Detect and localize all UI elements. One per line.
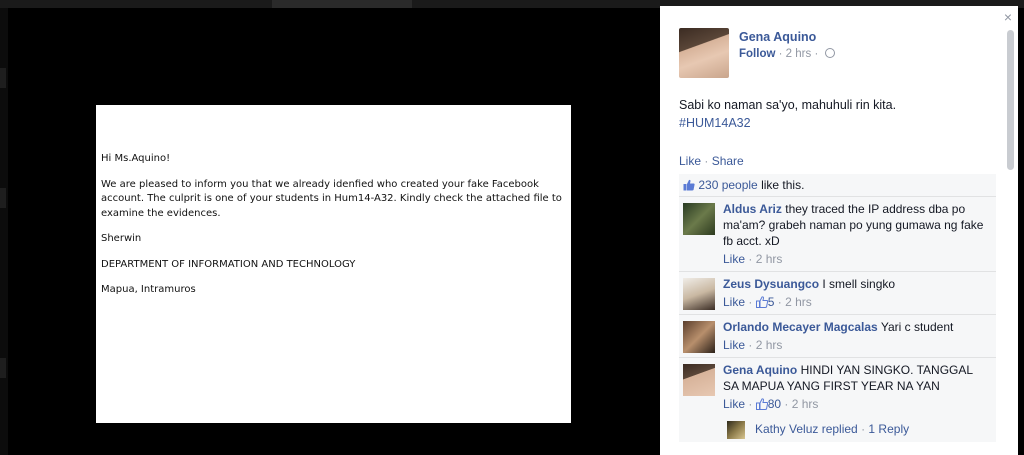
meta-separator: · [748,397,753,411]
close-icon[interactable]: × [1004,9,1012,25]
meta-separator: · [784,397,789,411]
author-name-link[interactable]: Gena Aquino [739,30,816,44]
meta-separator: · [748,252,753,266]
replies-summary[interactable]: Kathy Veluz replied [755,422,858,436]
meta-separator: · [748,338,753,352]
photo-text-greeting: Hi Ms.Aquino! [101,153,171,164]
comment-time[interactable]: 2 hrs [792,397,819,411]
background-left-edge [0,8,8,455]
photo-text-signature: Sherwin [101,233,142,244]
comment-text: I smell singko [819,277,896,291]
globe-icon[interactable] [824,48,835,58]
comment-time[interactable]: 2 hrs [785,295,812,309]
comment-like-link[interactable]: Like [723,397,745,411]
comment-like-link[interactable]: Like [723,295,745,309]
comment-time[interactable]: 2 hrs [756,338,783,352]
post-text: Sabi ko naman sa'yo, mahuhuli rin kita. … [679,96,999,132]
replier-avatar [727,421,745,439]
photo-text-body: We are pleased to inform you that we alr… [101,178,562,219]
photo-text-department: DEPARTMENT OF INFORMATION AND TECHNOLOGY [101,258,356,270]
action-separator: · [704,154,709,168]
commenter-avatar[interactable] [683,364,715,396]
background-ghost-element [272,0,412,8]
commenter-name[interactable]: Orlando Mecayer Magcalas [723,320,878,334]
photo-text-location: Mapua, Intramuros [101,284,196,295]
comment: Aldus Ariz they traced the IP address db… [679,197,996,272]
commenter-avatar[interactable] [683,278,715,310]
likes-suffix: like this. [757,178,805,192]
background-edge-mark [0,188,6,208]
author-meta: Follow · 2 hrs · [739,48,835,60]
post-actions: Like · Share [679,154,744,168]
view-replies[interactable]: Kathy Veluz replied · 1 Reply [679,416,996,442]
comment-time[interactable]: 2 hrs [756,252,783,266]
comment-meta: Like · 2 hrs [723,251,990,267]
follow-button[interactable]: Follow [739,48,775,60]
background-edge-mark [0,68,6,88]
meta-separator: · [814,48,819,60]
hashtag-link[interactable]: #HUM14A32 [679,114,999,132]
comment-meta: Like · 5 · 2 hrs [723,294,990,310]
meta-separator: · [777,295,782,309]
commenter-name[interactable]: Gena Aquino [723,363,797,377]
commenter-name[interactable]: Zeus Dysuangco [723,277,819,291]
comment-meta: Like · 80 · 2 hrs [723,396,990,412]
background-edge-mark [0,358,6,378]
photo-viewer-image[interactable]: Hi Ms.Aquino! We are pleased to inform y… [96,105,571,423]
share-link[interactable]: Share [712,154,744,168]
like-link[interactable]: Like [679,154,701,168]
thumbs-up-icon [683,179,695,191]
commenter-avatar[interactable] [683,321,715,353]
likes-count-link[interactable]: 230 people [698,178,757,192]
photo-side-panel: × Gena Aquino Follow · 2 hrs · Sabi ko n… [660,6,1018,455]
feedback-box: 230 people like this. Aldus Ariz they tr… [679,174,996,442]
comment-like-link[interactable]: Like [723,338,745,352]
author-avatar[interactable] [679,28,729,78]
post-text-line: Sabi ko naman sa'yo, mahuhuli rin kita. [679,98,897,112]
meta-separator: · [778,48,783,60]
comment-text: Yari c student [877,320,954,334]
comment-like-count[interactable]: 5 [768,295,775,309]
commenter-name[interactable]: Aldus Ariz [723,202,782,216]
comment-like-count[interactable]: 80 [768,397,781,411]
comment: Zeus Dysuangco I smell singko Like · 5 ·… [679,272,996,315]
thumbs-up-icon [755,398,768,410]
comment-like-link[interactable]: Like [723,252,745,266]
comment: Orlando Mecayer Magcalas Yari c student … [679,315,996,358]
comment-meta: Like · 2 hrs [723,337,990,353]
meta-separator: · [861,422,866,436]
panel-scrollbar[interactable] [1007,30,1014,170]
commenter-avatar[interactable] [683,203,715,235]
likes-summary: 230 people like this. [679,174,996,197]
reply-count-link[interactable]: 1 Reply [868,422,909,436]
comment: Gena Aquino HINDI YAN SINGKO. TANGGAL SA… [679,358,996,416]
thumbs-up-icon [755,296,768,308]
post-timestamp[interactable]: 2 hrs [786,48,812,60]
meta-separator: · [748,295,753,309]
